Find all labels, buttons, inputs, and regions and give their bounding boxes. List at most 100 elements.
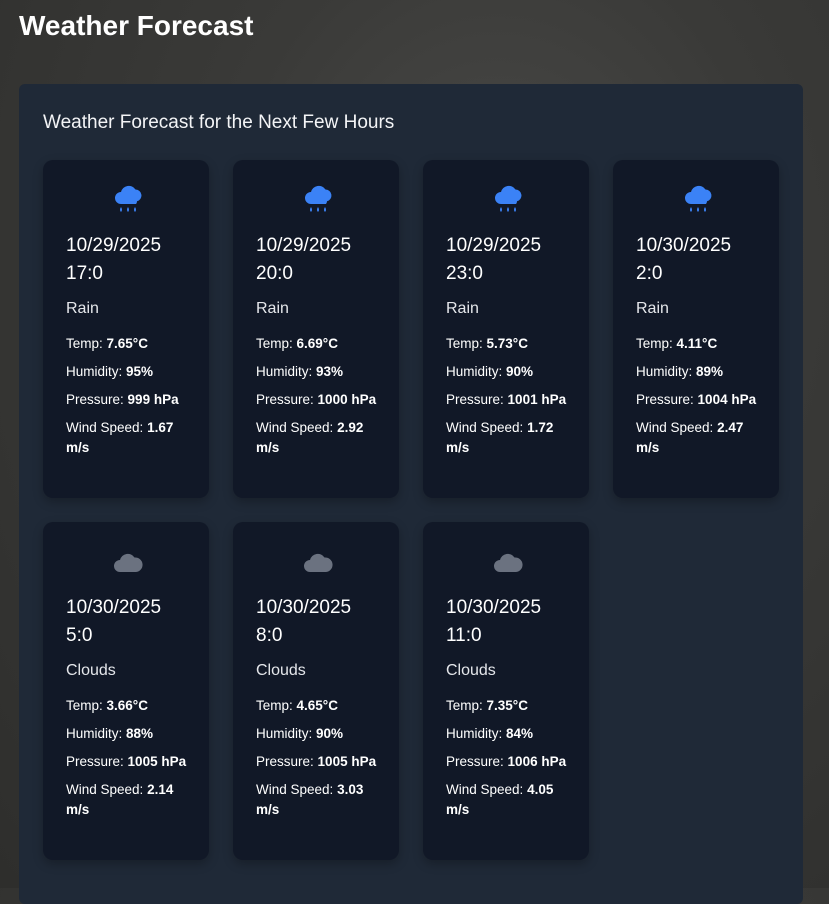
wind-label: Wind Speed: xyxy=(256,420,334,435)
rain-cloud-icon xyxy=(256,184,379,218)
forecast-date: 10/29/2025 xyxy=(446,235,542,256)
pressure-stat: Pressure: 1004 hPa xyxy=(636,390,759,410)
temp-stat: Temp: 5.73°C xyxy=(446,334,569,354)
rain-cloud-icon xyxy=(636,184,759,218)
humidity-stat: Humidity: 88% xyxy=(66,724,189,744)
pressure-label: Pressure: xyxy=(66,754,124,769)
humidity-label: Humidity: xyxy=(446,726,503,741)
temp-stat: Temp: 7.65°C xyxy=(66,334,189,354)
forecast-date: 10/30/2025 xyxy=(66,597,162,618)
humidity-value: 89% xyxy=(696,364,724,379)
temp-label: Temp: xyxy=(66,698,103,713)
humidity-stat: Humidity: 90% xyxy=(446,362,569,382)
forecast-date: 10/29/2025 xyxy=(256,235,352,256)
wind-label: Wind Speed: xyxy=(66,782,144,797)
pressure-stat: Pressure: 1001 hPa xyxy=(446,390,569,410)
humidity-value: 95% xyxy=(126,364,154,379)
rain-cloud-icon xyxy=(66,184,189,218)
pressure-value: 1005 hPa xyxy=(127,754,187,769)
forecast-grid: 10/29/2025 17:0 Rain Temp: 7.65°C Humidit… xyxy=(43,160,779,860)
forecast-date: 10/30/2025 xyxy=(446,597,542,618)
humidity-value: 88% xyxy=(126,726,154,741)
pressure-value: 1006 hPa xyxy=(507,754,567,769)
forecast-datetime: 10/29/2025 23:0 xyxy=(446,232,569,288)
forecast-datetime: 10/30/2025 8:0 xyxy=(256,594,379,650)
pressure-value: 999 hPa xyxy=(127,392,179,407)
forecast-time: 5:0 xyxy=(66,625,93,646)
humidity-stat: Humidity: 93% xyxy=(256,362,379,382)
humidity-label: Humidity: xyxy=(66,726,123,741)
pressure-stat: Pressure: 1006 hPa xyxy=(446,752,569,772)
humidity-stat: Humidity: 89% xyxy=(636,362,759,382)
pressure-stat: Pressure: 999 hPa xyxy=(66,390,189,410)
pressure-label: Pressure: xyxy=(636,392,694,407)
wind-label: Wind Speed: xyxy=(446,782,524,797)
temp-label: Temp: xyxy=(446,336,483,351)
forecast-card: 10/29/2025 17:0 Rain Temp: 7.65°C Humidit… xyxy=(43,160,209,498)
forecast-datetime: 10/29/2025 20:0 xyxy=(256,232,379,288)
rain-cloud-icon xyxy=(446,184,569,218)
forecast-time: 23:0 xyxy=(446,263,483,284)
forecast-date: 10/29/2025 xyxy=(66,235,162,256)
cloud-icon xyxy=(446,546,569,580)
forecast-card: 10/29/2025 23:0 Rain Temp: 5.73°C Humidit… xyxy=(423,160,589,498)
temp-stat: Temp: 6.69°C xyxy=(256,334,379,354)
forecast-card: 10/30/2025 5:0 Clouds Temp: 3.66°C Humidi… xyxy=(43,522,209,860)
pressure-label: Pressure: xyxy=(256,754,314,769)
panel-heading: Weather Forecast for the Next Few Hours xyxy=(43,112,395,133)
forecast-condition: Rain xyxy=(66,300,99,317)
pressure-value: 1001 hPa xyxy=(507,392,567,407)
wind-stat: Wind Speed: 2.14 m/s xyxy=(66,780,189,820)
forecast-time: 17:0 xyxy=(66,263,103,284)
temp-value: 7.35°C xyxy=(486,698,528,713)
humidity-stat: Humidity: 95% xyxy=(66,362,189,382)
forecast-card: 10/30/2025 11:0 Clouds Temp: 7.35°C Humid… xyxy=(423,522,589,860)
humidity-stat: Humidity: 90% xyxy=(256,724,379,744)
pressure-label: Pressure: xyxy=(446,392,504,407)
wind-label: Wind Speed: xyxy=(66,420,144,435)
forecast-time: 8:0 xyxy=(256,625,283,646)
temp-label: Temp: xyxy=(446,698,483,713)
humidity-value: 90% xyxy=(506,364,534,379)
forecast-time: 11:0 xyxy=(446,625,482,646)
forecast-card: 10/30/2025 2:0 Rain Temp: 4.11°C Humidity… xyxy=(613,160,779,498)
wind-stat: Wind Speed: 1.67 m/s xyxy=(66,418,189,458)
humidity-label: Humidity: xyxy=(446,364,503,379)
humidity-label: Humidity: xyxy=(636,364,693,379)
forecast-condition: Rain xyxy=(446,300,479,317)
pressure-value: 1004 hPa xyxy=(697,392,757,407)
forecast-date: 10/30/2025 xyxy=(636,235,732,256)
temp-value: 5.73°C xyxy=(486,336,528,351)
humidity-label: Humidity: xyxy=(66,364,123,379)
temp-stat: Temp: 4.65°C xyxy=(256,696,379,716)
pressure-label: Pressure: xyxy=(256,392,314,407)
humidity-value: 84% xyxy=(506,726,534,741)
temp-label: Temp: xyxy=(256,698,293,713)
pressure-value: 1000 hPa xyxy=(317,392,377,407)
wind-stat: Wind Speed: 1.72 m/s xyxy=(446,418,569,458)
forecast-time: 2:0 xyxy=(636,263,663,284)
forecast-condition: Rain xyxy=(636,300,669,317)
temp-value: 6.69°C xyxy=(296,336,338,351)
pressure-stat: Pressure: 1000 hPa xyxy=(256,390,379,410)
humidity-label: Humidity: xyxy=(256,364,313,379)
temp-stat: Temp: 4.11°C xyxy=(636,334,759,354)
temp-stat: Temp: 7.35°C xyxy=(446,696,569,716)
humidity-stat: Humidity: 84% xyxy=(446,724,569,744)
forecast-date: 10/30/2025 xyxy=(256,597,352,618)
temp-label: Temp: xyxy=(66,336,103,351)
forecast-card: 10/29/2025 20:0 Rain Temp: 6.69°C Humidit… xyxy=(233,160,399,498)
wind-label: Wind Speed: xyxy=(636,420,714,435)
forecast-time: 20:0 xyxy=(256,263,293,284)
forecast-datetime: 10/30/2025 11:0 xyxy=(446,594,569,650)
temp-value: 4.11°C xyxy=(676,336,718,351)
wind-label: Wind Speed: xyxy=(256,782,334,797)
forecast-condition: Clouds xyxy=(446,662,496,679)
wind-stat: Wind Speed: 2.47 m/s xyxy=(636,418,759,458)
temp-stat: Temp: 3.66°C xyxy=(66,696,189,716)
wind-stat: Wind Speed: 2.92 m/s xyxy=(256,418,379,458)
temp-value: 4.65°C xyxy=(296,698,338,713)
pressure-stat: Pressure: 1005 hPa xyxy=(66,752,189,772)
page-title: Weather Forecast xyxy=(19,10,254,41)
temp-label: Temp: xyxy=(256,336,293,351)
